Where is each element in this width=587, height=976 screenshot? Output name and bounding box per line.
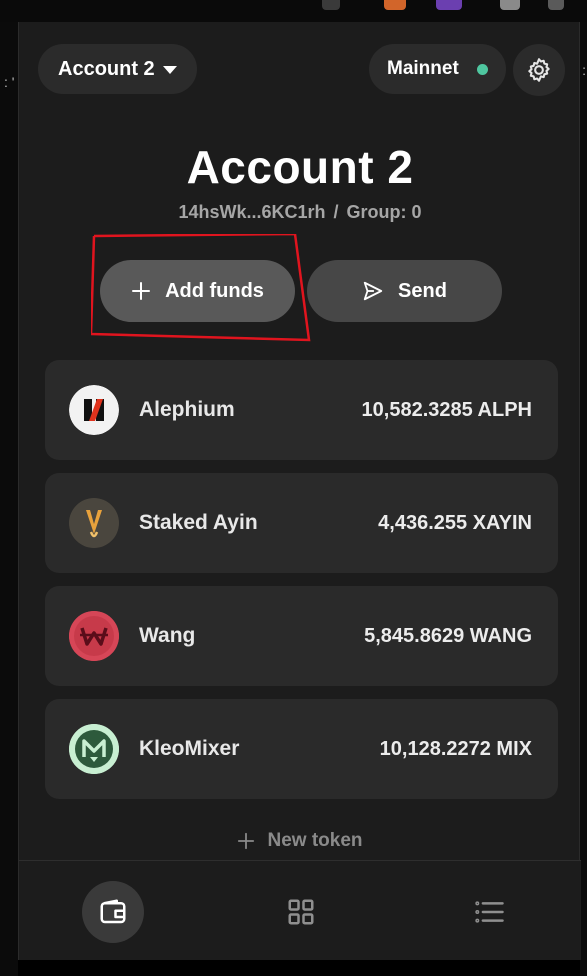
gear-icon bbox=[528, 58, 550, 82]
new-token-label: New token bbox=[267, 830, 363, 851]
token-row-staked-ayin[interactable]: Staked Ayin 4,436.255 XAYIN bbox=[45, 473, 558, 573]
token-name: KleoMixer bbox=[139, 737, 240, 760]
token-balance: 10,128.2272 MIX bbox=[379, 737, 532, 760]
network-label: Mainnet bbox=[387, 58, 459, 79]
token-row-kleomixer[interactable]: KleoMixer 10,128.2272 MIX bbox=[45, 699, 558, 799]
wallet-popup: Account 2 Mainnet Account 2 14hsWk...6KC… bbox=[18, 22, 581, 960]
extension-icon-fragment bbox=[500, 0, 520, 10]
send-arrow-icon bbox=[363, 281, 383, 301]
bottom-navigation bbox=[19, 860, 581, 960]
extension-icon-fragment bbox=[436, 0, 462, 10]
activity-list-icon bbox=[475, 901, 504, 923]
nav-wallet-button[interactable] bbox=[82, 881, 144, 943]
token-name: Alephium bbox=[139, 398, 235, 421]
wang-logo-icon bbox=[69, 611, 119, 661]
staked-ayin-logo-icon bbox=[69, 498, 119, 548]
browser-tab-fragment bbox=[322, 0, 340, 10]
browser-toolbar-fragment bbox=[0, 0, 587, 22]
account-switcher-button[interactable]: Account 2 bbox=[38, 44, 197, 94]
network-selector-button[interactable]: Mainnet bbox=[369, 44, 506, 94]
add-funds-button[interactable]: Add funds bbox=[100, 260, 295, 322]
token-balance: 10,582.3285 ALPH bbox=[361, 398, 532, 421]
account-group: Group: 0 bbox=[346, 202, 422, 222]
network-status-dot-icon bbox=[477, 63, 488, 75]
token-list: Alephium 10,582.3285 ALPH Staked Ayin 4,… bbox=[45, 360, 558, 812]
caret-down-icon bbox=[162, 66, 177, 74]
kleomixer-logo-icon bbox=[69, 724, 119, 774]
token-row-wang[interactable]: Wang 5,845.8629 WANG bbox=[45, 586, 558, 686]
account-address[interactable]: 14hsWk...6KC1rh bbox=[178, 202, 325, 222]
wallet-icon bbox=[100, 899, 126, 924]
alephium-logo-icon bbox=[69, 385, 119, 435]
add-funds-label: Add funds bbox=[165, 279, 264, 302]
plus-icon bbox=[238, 832, 255, 850]
background-page-fragment: : bbox=[582, 62, 586, 78]
token-name: Wang bbox=[139, 624, 196, 647]
background-page-fragment: : ' bbox=[4, 74, 15, 90]
plus-icon bbox=[132, 282, 151, 300]
account-address-line: 14hsWk...6KC1rh / Group: 0 bbox=[19, 202, 581, 223]
token-balance: 4,436.255 XAYIN bbox=[378, 511, 532, 534]
account-name-heading: Account 2 bbox=[186, 141, 414, 193]
nav-activity-button[interactable] bbox=[458, 881, 520, 943]
extension-icon-fragment bbox=[548, 0, 564, 10]
browser-left-edge: : ' bbox=[0, 22, 18, 976]
apps-grid-icon bbox=[288, 899, 314, 925]
new-token-button[interactable]: New token bbox=[19, 830, 581, 852]
settings-button[interactable] bbox=[513, 44, 565, 96]
send-label: Send bbox=[398, 279, 447, 302]
browser-right-edge: : bbox=[580, 22, 587, 976]
account-switcher-label: Account 2 bbox=[58, 57, 155, 80]
address-group-separator: / bbox=[333, 202, 339, 222]
token-name: Staked Ayin bbox=[139, 511, 258, 534]
send-button[interactable]: Send bbox=[307, 260, 502, 322]
token-balance: 5,845.8629 WANG bbox=[364, 624, 532, 647]
extension-icon-fragment bbox=[384, 0, 406, 10]
token-row-alephium[interactable]: Alephium 10,582.3285 ALPH bbox=[45, 360, 558, 460]
nav-apps-button[interactable] bbox=[270, 881, 332, 943]
